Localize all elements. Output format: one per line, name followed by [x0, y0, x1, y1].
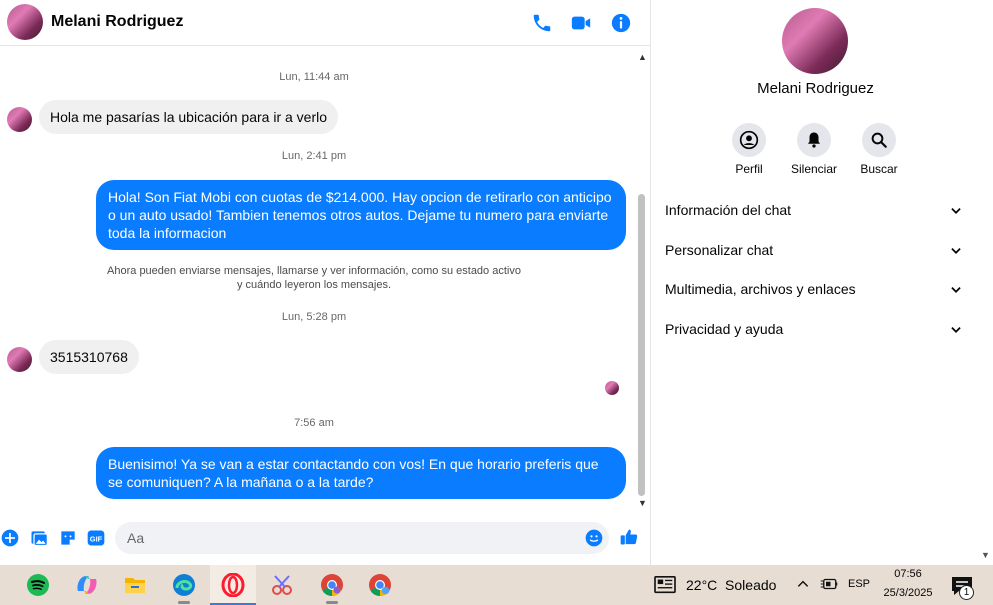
- edge-icon: [173, 574, 195, 596]
- section-privacy-help[interactable]: Privacidad y ayuda: [665, 315, 965, 345]
- emoji-icon[interactable]: [584, 528, 604, 548]
- gif-label: GIF: [90, 534, 103, 543]
- section-label: Personalizar chat: [665, 242, 774, 258]
- profile-avatar[interactable]: [782, 8, 848, 74]
- chat-pane: Melani Rodriguez Lun, 11:44 am Hola me p…: [0, 0, 650, 565]
- search-icon: [871, 132, 887, 148]
- incoming-message[interactable]: 3515310768: [39, 340, 139, 374]
- gif-icon[interactable]: GIF: [86, 528, 106, 548]
- section-chat-info[interactable]: Información del chat: [665, 196, 965, 226]
- section-label: Información del chat: [665, 202, 792, 218]
- contact-avatar[interactable]: [7, 4, 43, 40]
- outgoing-message[interactable]: Buenisimo! Ya se van a estar contactando…: [96, 447, 626, 499]
- message-composer: GIF: [0, 518, 650, 558]
- chevron-down-icon: [951, 327, 961, 333]
- chat-scrollbar[interactable]: ▲ ▼: [636, 52, 648, 512]
- taskbar-copilot[interactable]: [64, 565, 110, 605]
- timestamp: Lun, 5:28 pm: [281, 311, 347, 323]
- timestamp: 7:56 am: [294, 417, 334, 429]
- thumbs-up-icon[interactable]: [619, 527, 639, 547]
- sender-avatar[interactable]: [7, 107, 32, 132]
- snipping-tool-icon: [272, 575, 292, 595]
- search-button-label: Buscar: [860, 162, 898, 176]
- system-notice-line: y cuándo leyeron los mensajes.: [236, 279, 392, 291]
- taskbar-opera[interactable]: [210, 565, 256, 605]
- battery-icon[interactable]: [820, 577, 838, 591]
- clock-date[interactable]: 25/3/2025: [876, 587, 940, 599]
- scroll-up-arrow-icon[interactable]: ▲: [638, 52, 647, 62]
- plus-icon[interactable]: [0, 528, 20, 548]
- section-customize-chat[interactable]: Personalizar chat: [665, 236, 965, 266]
- chevron-down-icon: [951, 248, 961, 254]
- clock-time[interactable]: 07:56: [880, 568, 936, 580]
- timestamp: Lun, 2:41 pm: [281, 150, 347, 162]
- message-input[interactable]: [115, 522, 609, 554]
- search-button[interactable]: Buscar: [844, 123, 914, 176]
- weather-text[interactable]: 22°C Soleado: [686, 577, 776, 593]
- scroll-thumb[interactable]: [638, 194, 645, 496]
- mute-button[interactable]: Silenciar: [779, 123, 849, 176]
- chrome-profile-icon: [369, 574, 391, 596]
- notification-count-badge: 1: [959, 585, 974, 600]
- section-label: Privacidad y ayuda: [665, 321, 784, 337]
- spotify-icon: [27, 574, 49, 596]
- windows-taskbar: 22°C Soleado ESP 07:56 25/3/2025 1: [0, 565, 993, 605]
- copilot-icon: [77, 576, 97, 594]
- opera-icon: [221, 573, 245, 597]
- bell-icon: [808, 132, 820, 148]
- weather-widget-icon[interactable]: [654, 575, 676, 595]
- image-icon[interactable]: [29, 528, 49, 548]
- profile-button[interactable]: Perfil: [714, 123, 784, 176]
- profile-name: Melani Rodriguez: [757, 80, 874, 97]
- chevron-up-icon[interactable]: [796, 577, 810, 591]
- phone-icon[interactable]: [531, 12, 553, 34]
- file-explorer-icon: [125, 578, 145, 593]
- mute-button-label: Silenciar: [790, 162, 838, 176]
- chrome-icon: [321, 574, 343, 596]
- chat-info-pane: Melani Rodriguez Perfil Silenciar Buscar…: [650, 0, 993, 565]
- system-notice: Ahora pueden enviarse mensajes, llamarse…: [100, 264, 528, 292]
- chevron-down-icon: [951, 287, 961, 293]
- taskbar-chrome-profile[interactable]: [357, 565, 403, 605]
- taskbar-file-explorer[interactable]: [112, 565, 158, 605]
- scroll-down-arrow-icon[interactable]: ▼: [638, 498, 647, 508]
- taskbar-snipping-tool[interactable]: [260, 565, 306, 605]
- taskbar-edge[interactable]: [161, 565, 207, 605]
- profile-icon: [739, 130, 759, 150]
- contact-name[interactable]: Melani Rodriguez: [51, 13, 183, 31]
- section-media-files-links[interactable]: Multimedia, archivos y enlaces: [665, 275, 965, 305]
- profile-button-label: Perfil: [735, 162, 763, 176]
- sender-avatar[interactable]: [7, 347, 32, 372]
- info-icon[interactable]: [610, 12, 632, 34]
- taskbar-spotify[interactable]: [15, 565, 61, 605]
- seen-indicator-avatar: [605, 381, 619, 395]
- chevron-down-icon: [951, 208, 961, 214]
- system-notice-line: Ahora pueden enviarse mensajes, llamarse…: [107, 265, 521, 277]
- scroll-down-arrow-icon[interactable]: ▼: [981, 550, 990, 560]
- video-camera-icon[interactable]: [570, 12, 592, 34]
- message-list[interactable]: Lun, 11:44 am Hola me pasarías la ubicac…: [0, 50, 650, 512]
- outgoing-message[interactable]: Hola! Son Fiat Mobi con cuotas de $214.0…: [96, 180, 626, 250]
- input-language[interactable]: ESP: [848, 578, 870, 590]
- sticker-icon[interactable]: [58, 528, 78, 548]
- timestamp: Lun, 11:44 am: [279, 71, 349, 83]
- section-label: Multimedia, archivos y enlaces: [665, 281, 856, 297]
- incoming-message[interactable]: Hola me pasarías la ubicación para ir a …: [39, 100, 339, 134]
- taskbar-chrome[interactable]: [309, 565, 355, 605]
- chat-header: Melani Rodriguez: [0, 0, 650, 46]
